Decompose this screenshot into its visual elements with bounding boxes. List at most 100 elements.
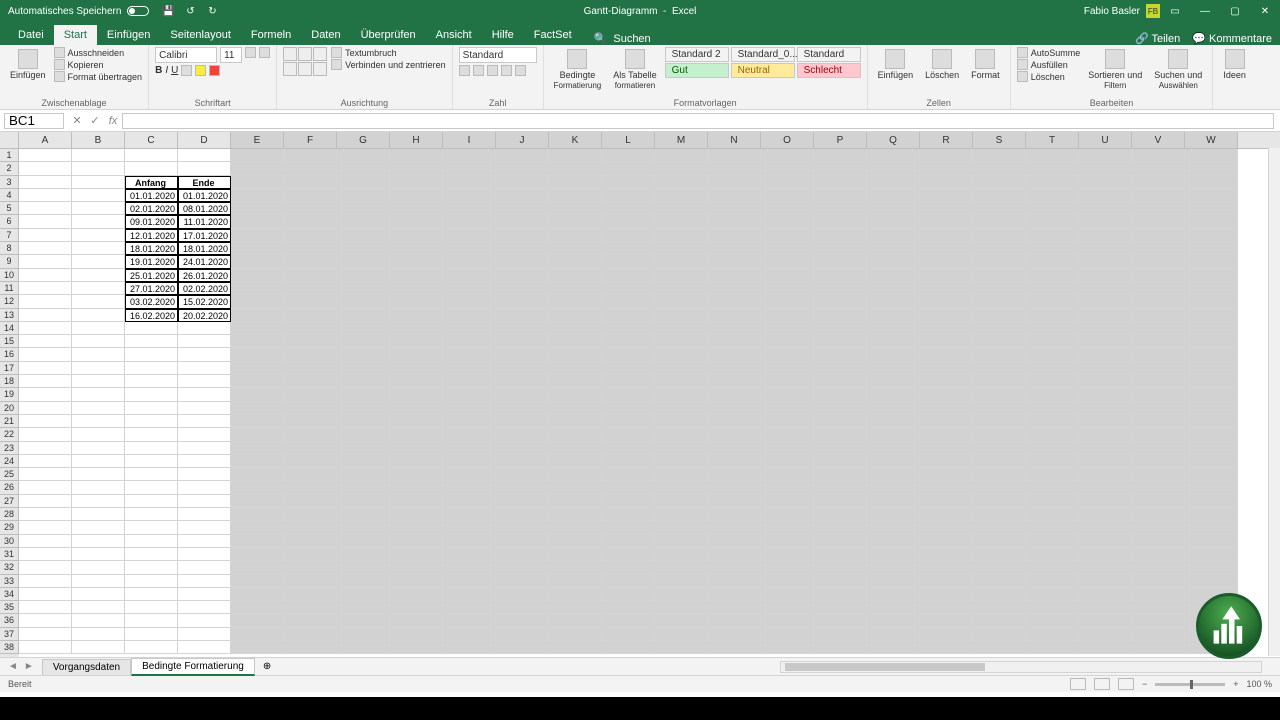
cell[interactable] <box>337 508 390 521</box>
cell[interactable] <box>602 309 655 322</box>
row-header-31[interactable]: 31 <box>0 548 19 561</box>
cell[interactable] <box>443 388 496 401</box>
row-header-25[interactable]: 25 <box>0 468 19 481</box>
cell[interactable] <box>19 242 72 255</box>
cell[interactable] <box>814 229 867 242</box>
cell[interactable] <box>496 575 549 588</box>
cell[interactable] <box>19 428 72 441</box>
cell[interactable] <box>443 269 496 282</box>
cell[interactable] <box>178 548 231 561</box>
cell[interactable] <box>920 322 973 335</box>
cell[interactable] <box>814 628 867 641</box>
cell[interactable] <box>1079 375 1132 388</box>
cell[interactable] <box>867 322 920 335</box>
cell[interactable] <box>814 255 867 268</box>
cell[interactable] <box>390 641 443 654</box>
cell[interactable] <box>814 468 867 481</box>
cell[interactable] <box>72 601 125 614</box>
italic-button[interactable]: I <box>165 65 168 76</box>
cell[interactable] <box>761 215 814 228</box>
cell[interactable] <box>337 521 390 534</box>
cell[interactable] <box>655 428 708 441</box>
cell[interactable] <box>867 535 920 548</box>
cell[interactable] <box>814 641 867 654</box>
column-header-L[interactable]: L <box>602 132 655 148</box>
cell[interactable] <box>1026 561 1079 574</box>
cell[interactable] <box>1026 309 1079 322</box>
cell[interactable]: 20.02.2020 <box>178 309 231 322</box>
cell[interactable] <box>814 535 867 548</box>
cell[interactable] <box>231 628 284 641</box>
cell[interactable] <box>973 468 1026 481</box>
column-header-H[interactable]: H <box>390 132 443 148</box>
cell[interactable] <box>390 628 443 641</box>
cell[interactable] <box>1132 149 1185 162</box>
cell[interactable] <box>496 455 549 468</box>
cell[interactable] <box>496 202 549 215</box>
cell[interactable] <box>72 415 125 428</box>
row-header-16[interactable]: 16 <box>0 348 19 361</box>
cell[interactable] <box>178 561 231 574</box>
cell[interactable] <box>867 162 920 175</box>
cell[interactable] <box>761 428 814 441</box>
cell[interactable] <box>549 468 602 481</box>
cell[interactable] <box>708 601 761 614</box>
cell[interactable] <box>1079 415 1132 428</box>
cell[interactable] <box>1185 402 1238 415</box>
cell[interactable] <box>814 548 867 561</box>
currency-icon[interactable] <box>459 65 470 76</box>
cell[interactable] <box>390 335 443 348</box>
cell[interactable] <box>814 455 867 468</box>
cell[interactable] <box>1079 614 1132 627</box>
cell[interactable] <box>284 309 337 322</box>
cell[interactable] <box>1185 575 1238 588</box>
cell[interactable] <box>973 495 1026 508</box>
cell[interactable] <box>708 335 761 348</box>
cell[interactable] <box>125 415 178 428</box>
row-header-23[interactable]: 23 <box>0 442 19 455</box>
cell[interactable] <box>814 481 867 494</box>
cell[interactable] <box>443 601 496 614</box>
undo-icon[interactable]: ↺ <box>183 4 197 18</box>
cell[interactable] <box>178 468 231 481</box>
cell[interactable] <box>708 255 761 268</box>
cell[interactable] <box>1185 415 1238 428</box>
cell[interactable] <box>761 348 814 361</box>
cell[interactable] <box>390 561 443 574</box>
cell[interactable] <box>231 614 284 627</box>
cell[interactable] <box>1132 242 1185 255</box>
cell[interactable] <box>1079 282 1132 295</box>
cell[interactable] <box>549 575 602 588</box>
cell[interactable] <box>72 269 125 282</box>
cell[interactable] <box>178 641 231 654</box>
cell[interactable] <box>19 508 72 521</box>
row-header-22[interactable]: 22 <box>0 428 19 441</box>
column-header-U[interactable]: U <box>1079 132 1132 148</box>
cell[interactable] <box>496 375 549 388</box>
cell[interactable] <box>708 628 761 641</box>
cell[interactable] <box>337 202 390 215</box>
cell[interactable] <box>973 322 1026 335</box>
decrease-decimal-icon[interactable] <box>515 65 526 76</box>
cell[interactable] <box>973 335 1026 348</box>
cell[interactable] <box>602 375 655 388</box>
cell[interactable] <box>178 428 231 441</box>
cell[interactable] <box>708 508 761 521</box>
cell[interactable] <box>125 149 178 162</box>
cell[interactable] <box>920 481 973 494</box>
cell[interactable] <box>125 322 178 335</box>
cell[interactable] <box>443 628 496 641</box>
cell[interactable] <box>231 535 284 548</box>
cell[interactable] <box>1079 468 1132 481</box>
cell[interactable] <box>1079 229 1132 242</box>
cell[interactable] <box>549 601 602 614</box>
cell[interactable] <box>1185 202 1238 215</box>
cell[interactable] <box>178 521 231 534</box>
cell[interactable] <box>708 149 761 162</box>
cell[interactable] <box>549 162 602 175</box>
cell[interactable] <box>1185 375 1238 388</box>
cell[interactable] <box>337 388 390 401</box>
cell[interactable] <box>496 628 549 641</box>
cell[interactable] <box>19 335 72 348</box>
cell[interactable] <box>390 508 443 521</box>
